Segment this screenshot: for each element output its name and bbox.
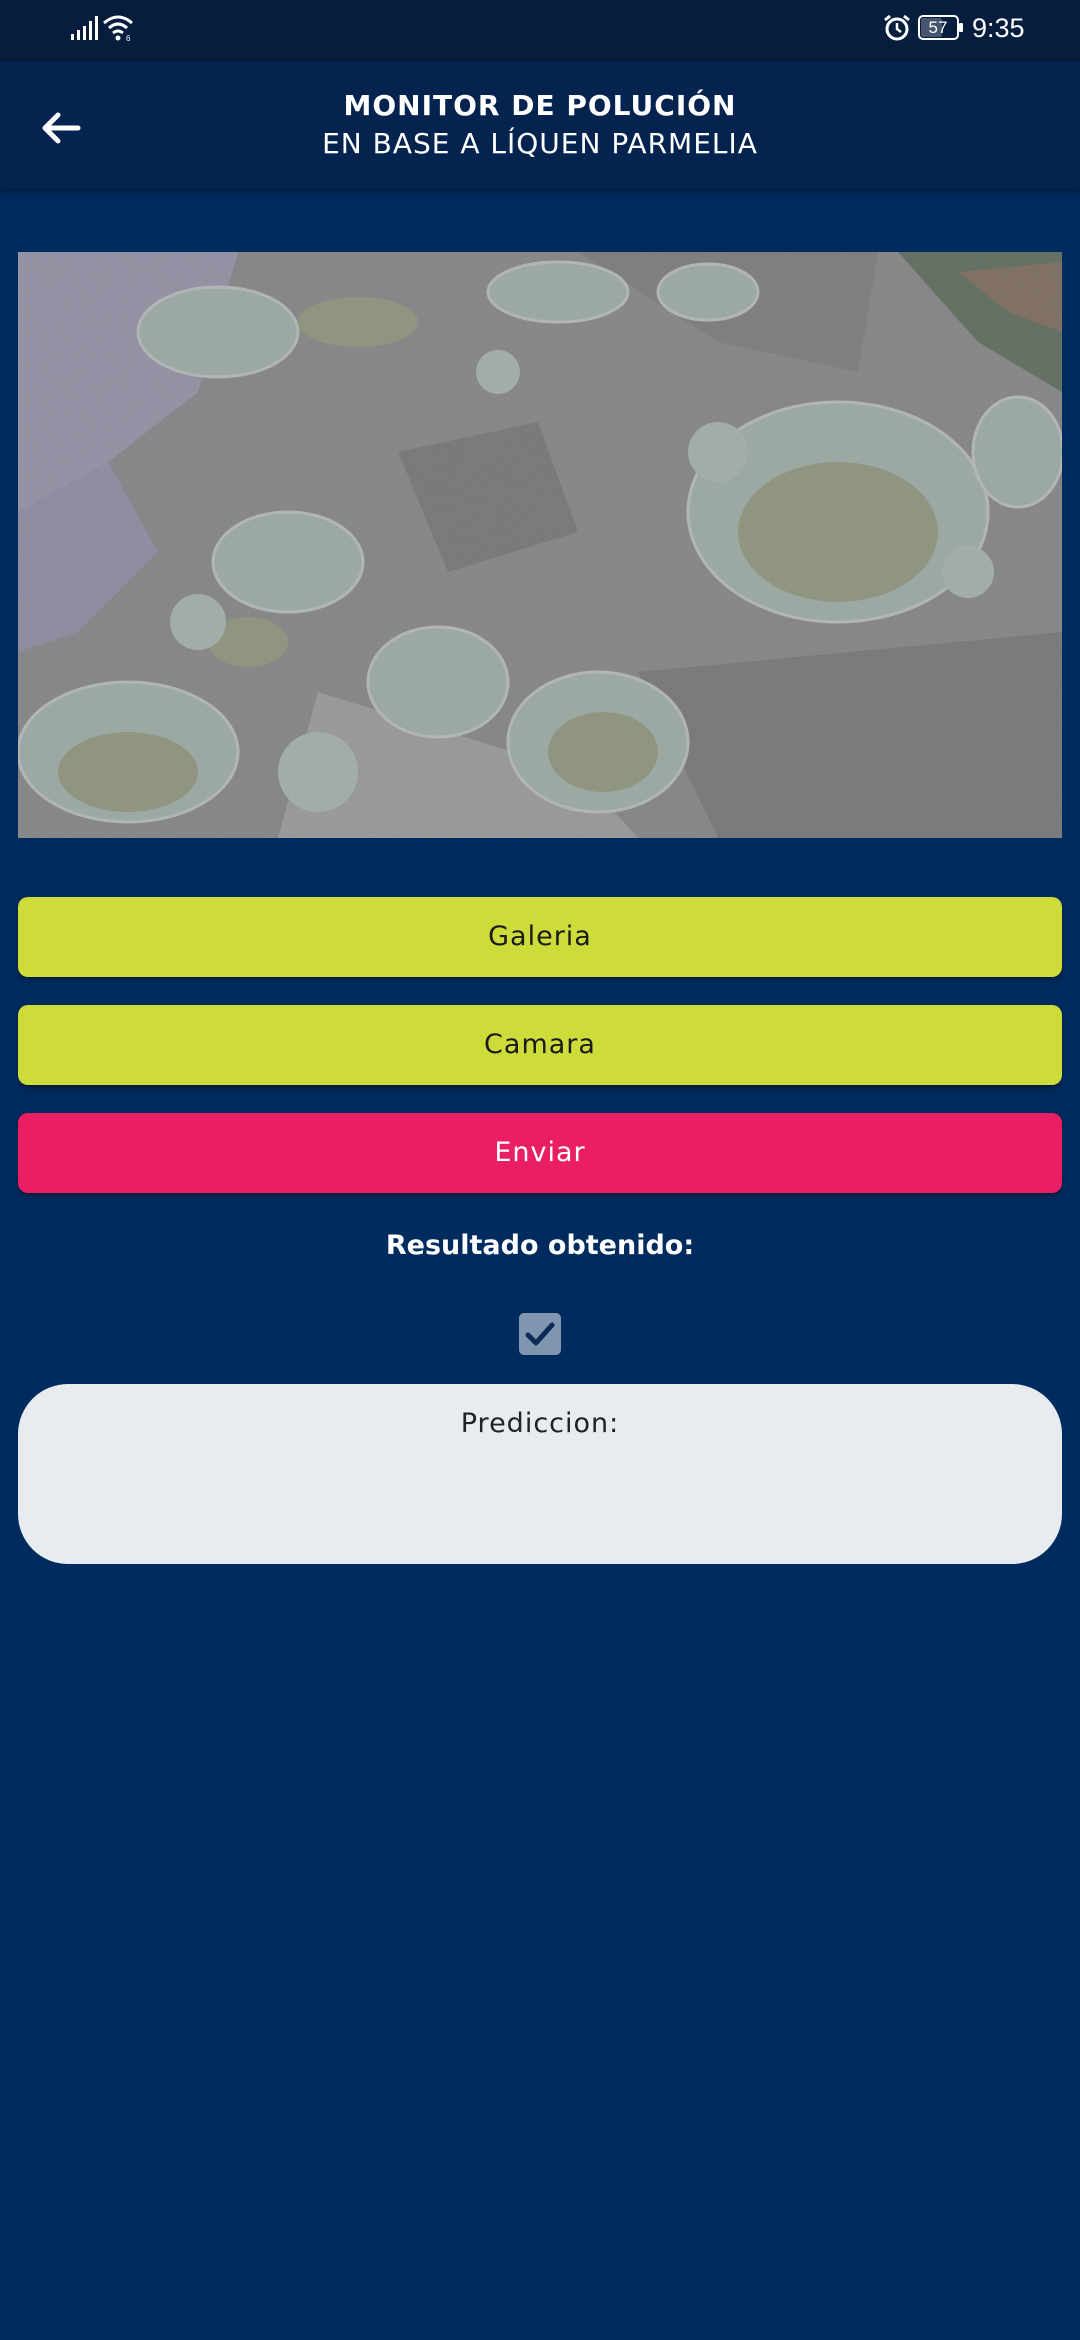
gallery-button[interactable]: Galeria <box>18 897 1062 977</box>
lichen-on-rock-image <box>18 252 1062 838</box>
battery-level: 57 <box>928 18 948 37</box>
lichen-photo <box>18 252 1062 838</box>
page-title: MONITOR DE POLUCIÓN <box>343 89 737 122</box>
prediction-label: Prediccion: <box>460 1408 620 1439</box>
send-button[interactable]: Enviar <box>18 1113 1062 1193</box>
result-checkbox[interactable] <box>519 1313 561 1355</box>
wifi-icon: 6 <box>103 15 133 42</box>
page-subtitle: EN BASE A LÍQUEN PARMELIA <box>322 127 758 160</box>
prediction-card: Prediccion: <box>18 1384 1062 1564</box>
status-bar: 6 57 9:35 <box>0 0 1080 62</box>
app-bar: MONITOR DE POLUCIÓN EN BASE A LÍQUEN PAR… <box>0 62 1080 188</box>
signal-icon <box>71 16 98 40</box>
result-label: Resultado obtenido: <box>385 1230 695 1261</box>
clock: 9:35 <box>972 13 1025 43</box>
check-icon <box>525 1322 555 1346</box>
alarm-icon <box>884 14 910 41</box>
svg-text:6: 6 <box>126 34 131 42</box>
camera-button[interactable]: Camara <box>18 1005 1062 1085</box>
